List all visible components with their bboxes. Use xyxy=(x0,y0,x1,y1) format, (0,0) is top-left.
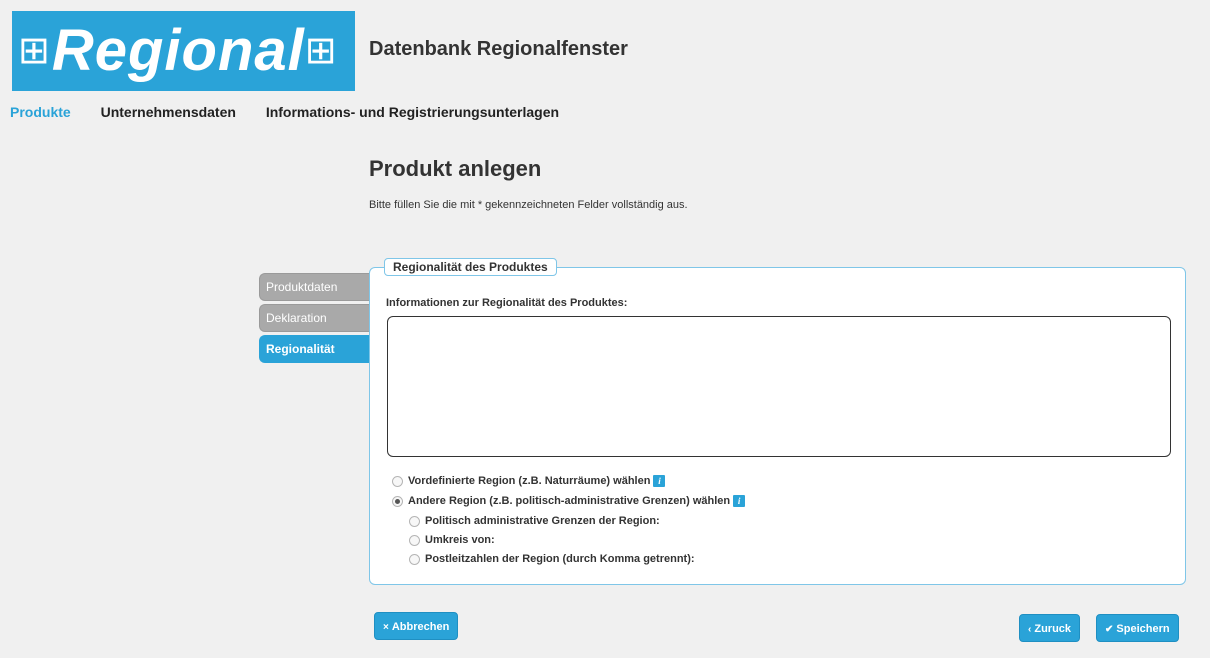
option-predefined-region[interactable]: Vordefinierte Region (z.B. Naturräume) w… xyxy=(392,475,666,487)
top-navigation: Produkte Unternehmensdaten Informations-… xyxy=(10,104,585,120)
regional-logo[interactable]: ⊞ Regional ⊞ xyxy=(12,11,355,91)
window-icon: ⊞ xyxy=(304,30,337,72)
tab-deklaration[interactable]: Deklaration xyxy=(259,304,369,332)
x-icon: × xyxy=(383,622,389,633)
fieldset-legend: Regionalität des Produktes xyxy=(384,258,557,276)
tab-regionalitaet[interactable]: Regionalität xyxy=(259,335,369,363)
chevron-left-icon: ‹ xyxy=(1028,624,1032,635)
textarea-label: Informationen zur Regionalität des Produ… xyxy=(386,297,628,309)
cancel-button[interactable]: × Abbrechen xyxy=(374,612,459,640)
back-label: Zuruck xyxy=(1034,623,1072,635)
option-postal-codes[interactable]: Postleitzahlen der Region (durch Komma g… xyxy=(409,553,695,565)
save-label: Speichern xyxy=(1116,623,1170,635)
window-icon: ⊞ xyxy=(18,30,50,72)
nav-item-informationen[interactable]: Informations- und Registrierungsunterlag… xyxy=(266,104,559,120)
option-label: Postleitzahlen der Region (durch Komma g… xyxy=(425,553,695,565)
option-label: Vordefinierte Region (z.B. Naturräume) w… xyxy=(408,475,651,487)
save-button[interactable]: ✔ Speichern xyxy=(1096,614,1179,642)
option-radius[interactable]: Umkreis von: xyxy=(409,534,495,546)
regionality-textarea[interactable] xyxy=(387,316,1171,457)
site-title: Datenbank Regionalfenster xyxy=(369,38,628,60)
option-political-boundaries[interactable]: Politisch administrative Grenzen der Reg… xyxy=(409,515,660,527)
tab-produktdaten[interactable]: Produktdaten xyxy=(259,273,369,301)
regionality-fieldset: Regionalität des Produktes Informationen… xyxy=(369,258,1186,585)
radio-radius[interactable] xyxy=(409,534,420,546)
logo-text: Regional xyxy=(51,18,305,83)
back-button[interactable]: ‹ Zuruck xyxy=(1019,614,1081,642)
page-instructions: Bitte füllen Sie die mit * gekennzeichne… xyxy=(369,199,688,211)
radio-other-region[interactable] xyxy=(392,495,403,507)
radio-postal-codes[interactable] xyxy=(409,553,420,565)
option-other-region[interactable]: Andere Region (z.B. politisch-administra… xyxy=(392,495,746,507)
side-tabs: Produktdaten Deklaration Regionalität xyxy=(259,273,369,366)
nav-item-unternehmensdaten[interactable]: Unternehmensdaten xyxy=(101,104,236,120)
radio-predefined-region[interactable] xyxy=(392,475,403,487)
check-icon: ✔ xyxy=(1105,624,1114,635)
option-label: Politisch administrative Grenzen der Reg… xyxy=(425,515,660,527)
option-label: Andere Region (z.B. politisch-administra… xyxy=(408,495,731,507)
info-icon[interactable]: i xyxy=(653,475,666,487)
page-title: Produkt anlegen xyxy=(369,156,542,181)
radio-political-boundaries[interactable] xyxy=(409,515,420,527)
option-label: Umkreis von: xyxy=(425,534,495,546)
info-icon[interactable]: i xyxy=(733,495,746,507)
cancel-label: Abbrechen xyxy=(391,621,450,633)
nav-item-produkte[interactable]: Produkte xyxy=(10,104,71,120)
